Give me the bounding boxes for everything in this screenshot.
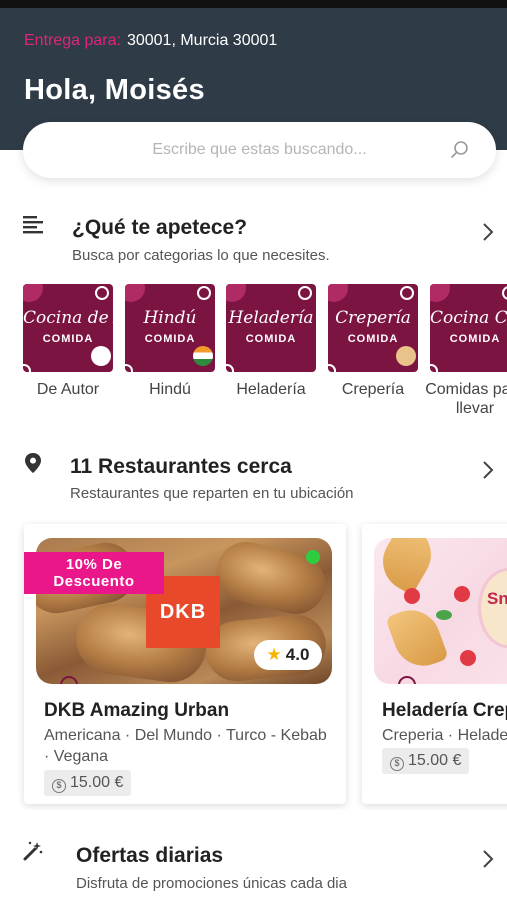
list-icon xyxy=(23,216,43,234)
greeting: Hola, Moisés xyxy=(24,74,205,106)
discount-badge: 10% De Descuento xyxy=(24,552,164,594)
category-tile: Hindú COMIDA xyxy=(125,284,215,372)
star-icon: ★ xyxy=(266,645,282,664)
open-status-indicator xyxy=(306,550,320,564)
category-comidas-para-llevar[interactable]: Cocina Casera COMIDA Comidas para llevar xyxy=(425,284,507,418)
minimum-order-price: $15.00 € xyxy=(382,748,470,774)
search-input[interactable]: Escribe que estas buscando... xyxy=(23,122,496,178)
restaurant-logo: Snow xyxy=(478,568,507,648)
category-tile: Cocina de Autor COMIDA xyxy=(23,284,113,372)
offers-subtitle: Disfruta de promociones únicas cada dia xyxy=(76,875,347,892)
category-tile: Cocina Casera COMIDA xyxy=(430,284,507,372)
categories-title: ¿Qué te apetece? xyxy=(72,216,248,239)
ring-decoration xyxy=(125,364,133,372)
restaurant-name: Heladería Creps xyxy=(382,700,507,721)
price-value: 15.00 € xyxy=(70,774,124,791)
chevron-right-icon[interactable] xyxy=(481,460,495,480)
category-label: Hindú xyxy=(149,381,191,398)
crepe-icon xyxy=(396,346,416,366)
restaurant-image: Snow xyxy=(374,538,507,684)
ring-decoration xyxy=(60,676,78,684)
category-de-autor[interactable]: Cocina de Autor COMIDA De Autor xyxy=(23,284,113,399)
delivery-address: 30001, Murcia 30001 xyxy=(126,32,278,49)
category-tile-title: Heladería xyxy=(228,308,314,328)
restaurant-tags: Americana · Del Mundo · Turco - Kebab · … xyxy=(44,727,327,765)
ring-decoration xyxy=(328,364,336,372)
rating-value: 4.0 xyxy=(285,645,310,664)
category-tile-title: Cocina de Autor xyxy=(23,308,113,328)
category-tile-kind: COMIDA xyxy=(449,333,501,345)
price-value: 15.00 € xyxy=(408,752,462,769)
ring-decoration xyxy=(226,364,234,372)
restaurant-card-heladeria[interactable]: Snow Heladería Creps Creperia · Heladerí… xyxy=(362,524,507,804)
restaurant-carousel[interactable]: DKB ★ 4.0 10% De Descuento DKB Amazing Ur… xyxy=(0,520,507,810)
category-hindu[interactable]: Hindú COMIDA Hindú xyxy=(125,284,215,399)
minimum-order-price: $15.00 € xyxy=(44,770,132,796)
category-tile-kind: COMIDA xyxy=(347,333,399,345)
chevron-right-icon[interactable] xyxy=(481,849,495,869)
ring-decoration xyxy=(430,364,438,372)
offers-title: Ofertas diarias xyxy=(76,844,224,867)
category-tile-title: Crepería xyxy=(335,308,411,328)
status-bar xyxy=(0,0,507,8)
category-tile: Heladería COMIDA xyxy=(226,284,316,372)
restaurants-title: 11 Restaurantes cerca xyxy=(70,455,292,478)
category-heladeria[interactable]: Heladería COMIDA Heladería xyxy=(226,284,316,399)
ring-decoration xyxy=(398,676,416,684)
category-creperia[interactable]: Crepería COMIDA Crepería xyxy=(328,284,418,399)
restaurant-card-dkb[interactable]: DKB ★ 4.0 10% De Descuento DKB Amazing Ur… xyxy=(24,524,346,804)
magic-wand-icon xyxy=(23,841,43,861)
chevron-right-icon[interactable] xyxy=(481,222,495,242)
category-label: Comidas para llevar xyxy=(425,381,507,417)
rating-badge: ★ 4.0 xyxy=(254,640,322,670)
restaurants-subtitle: Restaurantes que reparten en tu ubicació… xyxy=(70,485,354,502)
search-placeholder: Escribe que estas buscando... xyxy=(152,141,367,158)
category-tile-kind: COMIDA xyxy=(42,333,94,345)
category-tile-title: Hindú xyxy=(143,308,197,328)
food-image-icon xyxy=(91,346,111,366)
restaurant-tags: Creperia · Heladería xyxy=(382,727,507,744)
category-tile-kind: COMIDA xyxy=(245,333,297,345)
category-tile-title: Cocina Casera xyxy=(430,308,507,328)
category-label: Crepería xyxy=(341,381,405,398)
category-carousel[interactable]: Cocina de Autor COMIDA De Autor Hindú CO… xyxy=(0,284,507,424)
coin-icon: $ xyxy=(390,757,404,771)
categories-subtitle: Busca por categorias lo que necesites. xyxy=(72,247,330,264)
search-icon[interactable] xyxy=(450,140,470,160)
category-tile: Crepería COMIDA xyxy=(328,284,418,372)
coin-icon: $ xyxy=(52,779,66,793)
location-pin-icon xyxy=(25,453,41,473)
category-label: De Autor xyxy=(36,381,100,398)
restaurant-name: DKB Amazing Urban xyxy=(44,700,230,721)
ring-decoration xyxy=(23,364,31,372)
india-flag-icon xyxy=(193,346,213,366)
delivery-label: Entrega para: xyxy=(24,32,121,49)
category-tile-kind: COMIDA xyxy=(144,333,196,345)
category-label: Heladería xyxy=(236,381,306,398)
delivery-location[interactable]: Entrega para: 30001, Murcia 30001 xyxy=(24,32,277,50)
